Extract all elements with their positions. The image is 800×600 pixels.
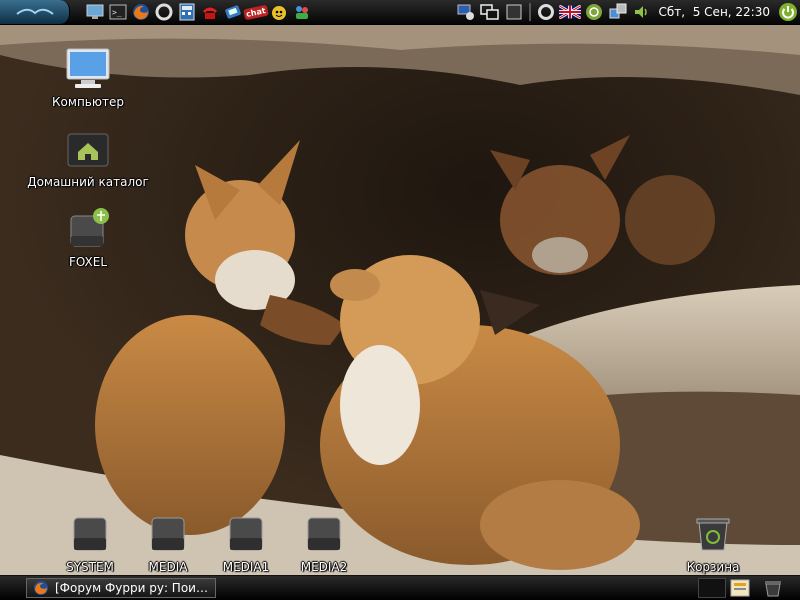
desktop-icon-foxel[interactable]: FOXEL — [23, 205, 153, 269]
menu-logo-icon — [15, 8, 54, 15]
workspace-switcher[interactable] — [698, 578, 726, 598]
svg-text:>_: >_ — [112, 8, 122, 17]
firefox-launcher-icon[interactable] — [130, 2, 152, 22]
opera-tray-icon[interactable] — [535, 2, 557, 22]
bottom-panel: [Форум Фурри ру: Пои… — [0, 575, 800, 600]
notes-icon[interactable] — [728, 578, 752, 598]
clock[interactable]: Сбт, 5 Сен, 22:30 — [655, 5, 774, 19]
desktop-icon-label: FOXEL — [68, 255, 108, 269]
usb-drive-icon — [64, 205, 112, 253]
desktop-icon-label: Корзина — [686, 560, 740, 574]
people-launcher-icon[interactable] — [291, 2, 313, 22]
desktop[interactable]: Компьютер Домашний каталог FOXEL SYSTEM … — [0, 25, 800, 576]
pidgin-launcher-icon[interactable] — [268, 2, 290, 22]
launcher-bar: >_ chat — [84, 2, 313, 22]
desktop-icon-trash[interactable]: Корзина — [648, 510, 778, 574]
screens-icon[interactable] — [479, 2, 501, 22]
main-menu-button[interactable] — [0, 0, 70, 24]
desktop-icon-media2[interactable]: MEDIA2 — [259, 510, 389, 574]
opera-launcher-icon[interactable] — [153, 2, 175, 22]
drive-icon — [300, 510, 348, 558]
chat-label: chat — [243, 4, 269, 20]
home-folder-icon — [64, 125, 112, 173]
desktop-icon-label: Компьютер — [52, 95, 124, 109]
keyboard-layout-flag-icon[interactable] — [558, 2, 581, 22]
desktop-icon-home[interactable]: Домашний каталог — [23, 125, 153, 189]
taskbar-window-title: [Форум Фурри ру: Пои… — [55, 581, 208, 595]
tray-separator — [528, 3, 531, 21]
trash-icon — [689, 510, 737, 558]
terminal-launcher-icon[interactable]: >_ — [107, 2, 129, 22]
window-icon[interactable] — [503, 2, 525, 22]
network-launcher-icon[interactable] — [222, 2, 244, 22]
network-status-icon[interactable] — [607, 2, 629, 22]
desktop-icon-label: MEDIA2 — [300, 560, 348, 574]
taskbar-window-button[interactable]: [Форум Фурри ру: Пои… — [26, 578, 216, 598]
desktop-icon-computer[interactable]: Компьютер — [23, 45, 153, 109]
updates-icon[interactable] — [583, 2, 605, 22]
phone-launcher-icon[interactable] — [199, 2, 221, 22]
computer-icon — [64, 45, 112, 93]
desktop-icon-label: Домашний каталог — [27, 175, 149, 189]
system-tray: Сбт, 5 Сен, 22:30 — [455, 0, 800, 24]
volume-icon[interactable] — [631, 2, 653, 22]
chat-launcher-icon[interactable]: chat — [243, 2, 269, 22]
calculator-launcher-icon[interactable] — [176, 2, 198, 22]
firefox-task-icon — [34, 581, 48, 595]
top-panel: >_ chat Сбт, 5 Сен, 22:30 — [0, 0, 800, 25]
network-manager-icon[interactable] — [455, 2, 477, 22]
monitor-launcher-icon[interactable] — [84, 2, 106, 22]
trash-applet-icon[interactable] — [760, 577, 786, 599]
power-icon[interactable] — [776, 0, 800, 24]
